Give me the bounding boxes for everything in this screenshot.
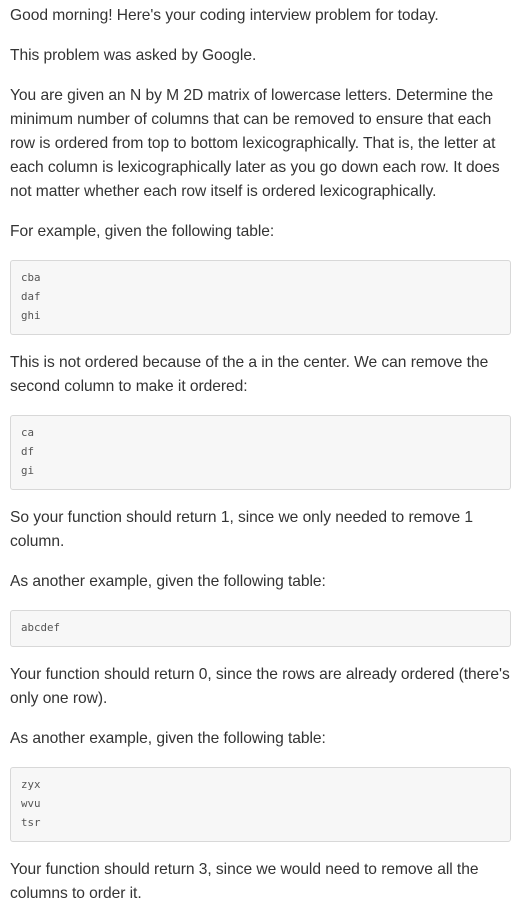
code-line: ghi (21, 309, 41, 322)
example3-result: Your function should return 3, since we … (10, 861, 479, 902)
problem-document: Good morning! Here's your coding intervi… (0, 0, 521, 906)
example1-intro: For example, given the following table: (10, 223, 275, 240)
greeting-text: Good morning! Here's your coding intervi… (10, 7, 439, 24)
code-line: abcdef (21, 621, 61, 634)
example3-intro: As another example, given the following … (10, 730, 326, 747)
code-line: cba (21, 271, 41, 284)
code-line: wvu (21, 797, 41, 810)
example2-result: Your function should return 0, since the… (10, 666, 510, 707)
example1-code-block: cba daf ghi (10, 260, 511, 335)
code-line: ca (21, 426, 35, 439)
problem-statement: You are given an N by M 2D matrix of low… (10, 87, 500, 200)
code-line: daf (21, 290, 41, 303)
example1-fixed-code-block: ca df gi (10, 415, 511, 490)
example1-result: So your function should return 1, since … (10, 509, 474, 550)
example1-explanation: This is not ordered because of the a in … (10, 354, 489, 395)
asked-by-text: This problem was asked by Google. (10, 47, 257, 64)
code-line: gi (21, 464, 35, 477)
code-line: df (21, 445, 35, 458)
example2-code-block: abcdef (10, 610, 511, 647)
code-line: tsr (21, 816, 41, 829)
example3-code-block: zyx wvu tsr (10, 767, 511, 842)
example2-intro: As another example, given the following … (10, 573, 326, 590)
code-line: zyx (21, 778, 41, 791)
